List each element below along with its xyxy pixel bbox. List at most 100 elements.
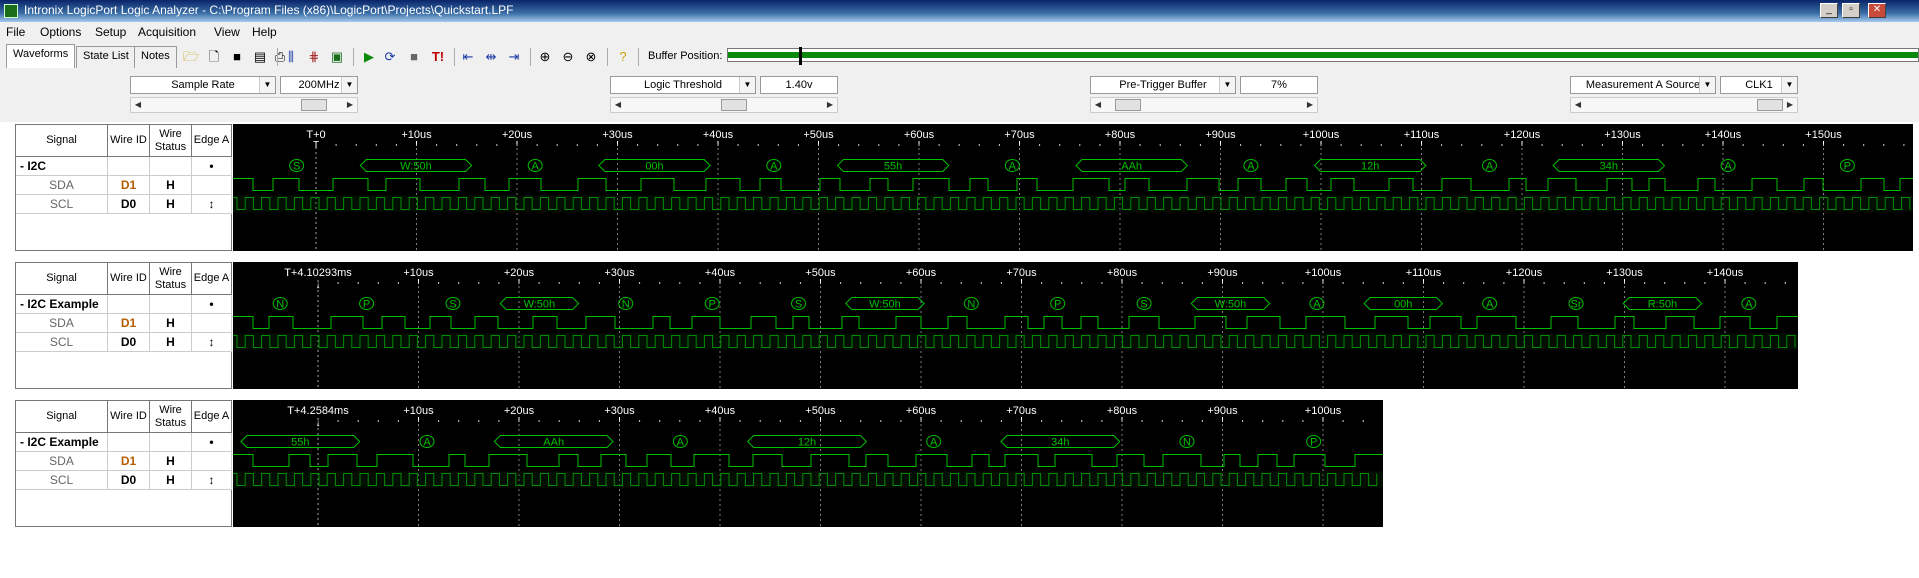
logic-threshold-value[interactable]: 1.40v [760,76,838,94]
tab-state-list[interactable]: State List [76,46,136,68]
waveform-area[interactable]: T+0 T +10us +20us +30us +40us +50us +60us +70us +… [233,124,1913,251]
edge-trigger[interactable]: ↕ [192,333,232,352]
save-as-icon[interactable]: ▤ [250,47,270,67]
zoom-fit-icon[interactable]: ⊗ [581,47,601,67]
zoom-out-icon[interactable]: ⊖ [558,47,578,67]
wire-id[interactable] [108,295,150,314]
tab-waveforms[interactable]: Waveforms [6,44,76,68]
wire-id[interactable] [108,157,150,176]
signal-column-header[interactable]: Signal [16,263,108,295]
buffer-position-bar[interactable] [727,47,1919,65]
waveform-svg[interactable]: T+0T+10us +20us +30us +40us +50us +60us +70us +… [233,124,1913,251]
menu-acquisition[interactable]: Acquisition [138,25,196,39]
goto-trigger-icon[interactable]: ⇹ [481,47,501,67]
wire-id[interactable]: D0 [108,195,150,214]
open-folder-icon[interactable]: 🗁 [181,47,201,67]
time-tick-label: +90us [1207,405,1238,417]
wire-status[interactable] [150,157,192,176]
wire-status[interactable] [150,433,192,452]
buffer-position-marker[interactable] [799,47,803,65]
waveform-area[interactable]: T+4.2584ms ↓ +10us +20us +30us +40us +50us +60u… [233,400,1383,527]
bus-row[interactable]: - I2C Example • [16,433,232,452]
wire-status[interactable]: H [150,333,192,352]
cross-bars-icon[interactable]: ⋕ [304,47,324,67]
bus-row[interactable]: - I2C • [16,157,232,176]
measurement-a-slider[interactable]: ◀ ▶ [1570,97,1798,113]
menu-setup[interactable]: Setup [95,25,126,39]
channel-row[interactable]: SCL D0 H ↕ [16,195,232,214]
edge-trigger[interactable] [192,452,232,471]
monitor-icon[interactable]: ▣ [327,47,347,67]
edge-a-column-header[interactable]: Edge A [192,401,232,433]
menu-view[interactable]: View [214,25,240,39]
sample-rate-slider[interactable]: ◀ ▶ [130,97,358,113]
new-file-icon[interactable]: 🗋 [204,47,224,67]
edge-trigger[interactable]: • [192,295,232,314]
close-button[interactable]: ✕ [1868,3,1886,18]
waveform-area[interactable]: T+4.10293ms ↓ +10us +20us +30us +40us +50us +60… [233,262,1798,389]
wire-status-column-header[interactable]: Wire Status [150,401,192,433]
channel-row[interactable]: SCL D0 H ↕ [16,333,232,352]
logic-threshold-select[interactable]: Logic Threshold ▼ [610,76,756,94]
edge-trigger[interactable]: ↕ [192,471,232,490]
pre-trigger-buffer-select[interactable]: Pre-Trigger Buffer ▼ [1090,76,1236,94]
decode-label: A [930,437,938,449]
tab-notes[interactable]: Notes [134,46,177,68]
sample-rate-select[interactable]: Sample Rate ▼ [130,76,276,94]
channel-row[interactable]: SCL D0 H ↕ [16,471,232,490]
wire-status[interactable]: H [150,471,192,490]
signal-column-header[interactable]: Signal [16,125,108,157]
help-icon[interactable]: ? [613,47,633,67]
wire-status-column-header[interactable]: Wire Status [150,263,192,295]
measurement-a-source-value[interactable]: CLK1 ▼ [1720,76,1798,94]
channel-row[interactable]: SDA D1 H [16,314,232,333]
bus-row[interactable]: - I2C Example • [16,295,232,314]
save-icon[interactable]: ■ [227,47,247,67]
stop-icon[interactable]: ■ [404,47,424,67]
maximize-button[interactable]: ▫ [1842,3,1860,18]
wire-id-column-header[interactable]: Wire ID [108,125,150,157]
edge-trigger[interactable]: • [192,433,232,452]
pre-trigger-buffer-slider[interactable]: ◀ ▶ [1090,97,1318,113]
edge-trigger[interactable]: • [192,157,232,176]
wire-id-column-header[interactable]: Wire ID [108,263,150,295]
wire-status[interactable]: H [150,176,192,195]
run-icon[interactable]: ▶ [359,47,379,67]
wire-id[interactable]: D1 [108,176,150,195]
channel-row[interactable]: SDA D1 H [16,176,232,195]
menu-file[interactable]: File [6,25,25,39]
menu-help[interactable]: Help [252,25,277,39]
wire-status[interactable] [150,295,192,314]
wire-id[interactable] [108,433,150,452]
wire-status-column-header[interactable]: Wire Status [150,125,192,157]
sample-rate-value[interactable]: 200MHz ▼ [280,76,358,94]
wire-id-column-header[interactable]: Wire ID [108,401,150,433]
goto-start-icon[interactable]: ⇤ [458,47,478,67]
menu-options[interactable]: Options [40,25,81,39]
edge-trigger[interactable] [192,176,232,195]
wire-status[interactable]: H [150,314,192,333]
wire-status[interactable]: H [150,452,192,471]
edge-trigger[interactable] [192,314,232,333]
waveform-svg[interactable]: T+4.10293ms↓ +10us +20us +30us +40us +50us +60… [233,262,1798,389]
pre-trigger-buffer-value[interactable]: 7% [1240,76,1318,94]
trigger-icon[interactable]: T! [428,47,448,67]
edge-a-column-header[interactable]: Edge A [192,125,232,157]
wire-id[interactable]: D1 [108,452,150,471]
wire-id[interactable]: D0 [108,471,150,490]
signal-column-header[interactable]: Signal [16,401,108,433]
bars-icon[interactable]: ⫼ [281,47,301,67]
channel-row[interactable]: SDA D1 H [16,452,232,471]
zoom-in-icon[interactable]: ⊕ [535,47,555,67]
wire-status[interactable]: H [150,195,192,214]
edge-a-column-header[interactable]: Edge A [192,263,232,295]
measurement-a-source-select[interactable]: Measurement A Source ▼ [1570,76,1716,94]
repeat-run-icon[interactable]: ⟳ [380,47,400,67]
wire-id[interactable]: D0 [108,333,150,352]
wire-id[interactable]: D1 [108,314,150,333]
logic-threshold-slider[interactable]: ◀ ▶ [610,97,838,113]
edge-trigger[interactable]: ↕ [192,195,232,214]
waveform-svg[interactable]: T+4.2584ms↓ +10us +20us +30us +40us +50us +60u… [233,400,1383,527]
goto-end-icon[interactable]: ⇥ [504,47,524,67]
minimize-button[interactable]: _ [1820,3,1838,18]
